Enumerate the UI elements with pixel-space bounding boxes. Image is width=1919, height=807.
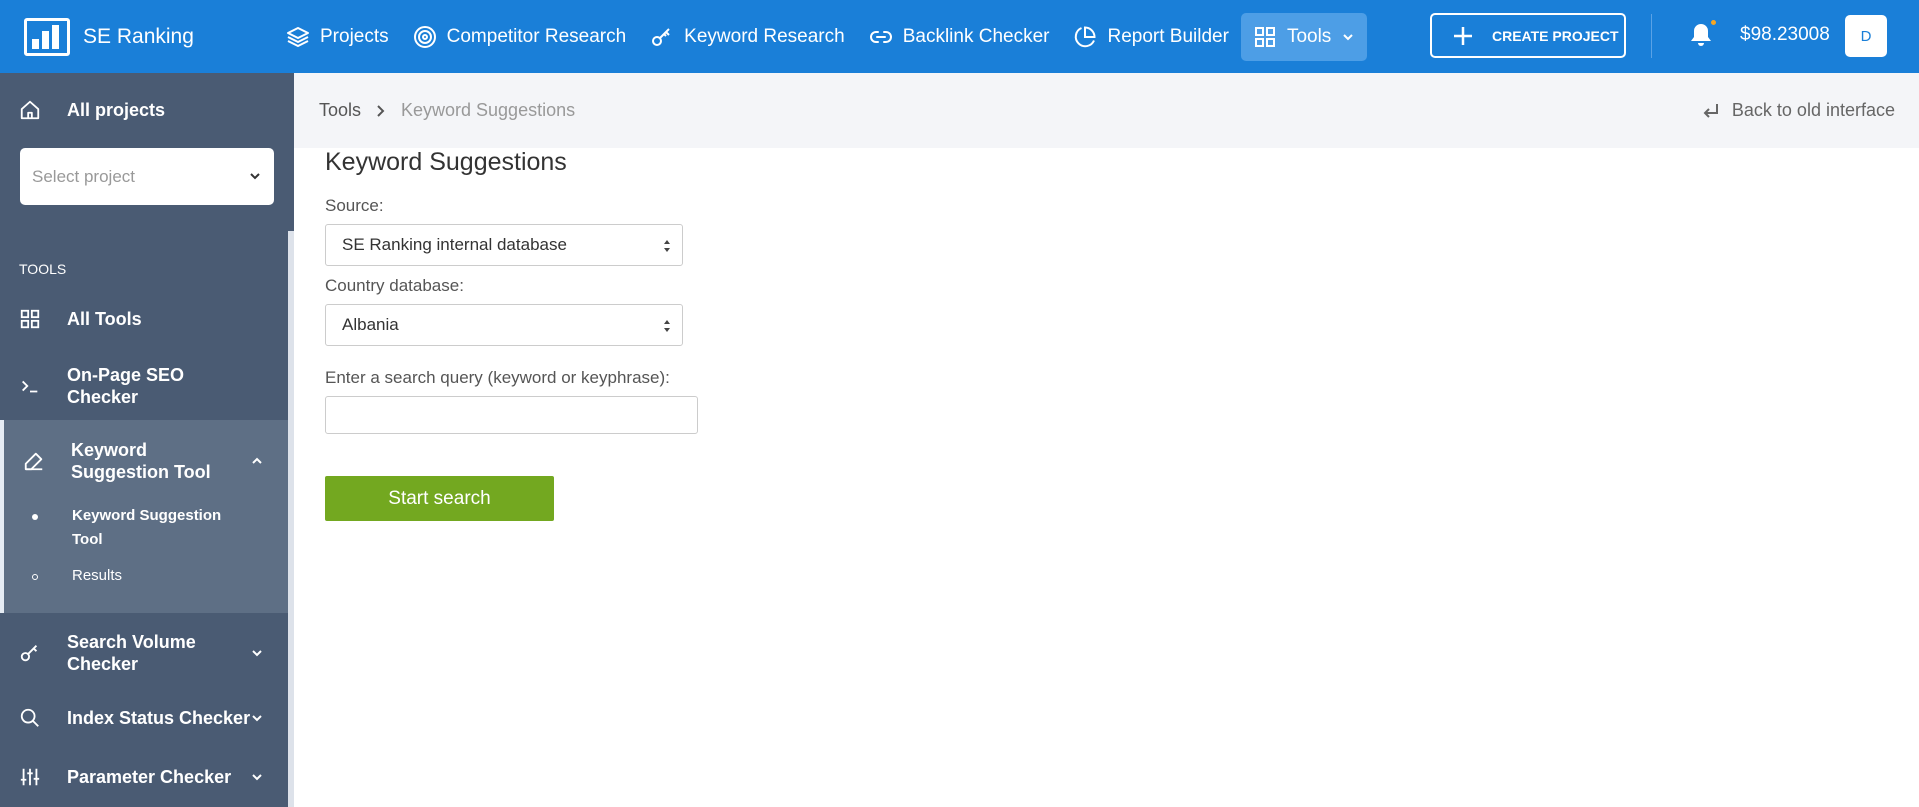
sidebar-item-all-projects[interactable]: All projects xyxy=(0,99,165,121)
main-nav: Projects Competitor Research Keyword Res… xyxy=(270,0,1368,73)
nav-tools-label: Tools xyxy=(1286,25,1332,47)
sliders-icon xyxy=(20,768,40,786)
grid-icon xyxy=(1254,26,1275,47)
subitem-results-label: Results xyxy=(72,567,123,584)
sort-arrows-icon xyxy=(664,320,670,332)
back-to-old-interface-label: Back to old interface xyxy=(1731,100,1895,120)
nav-competitor-research-label: Competitor Research xyxy=(446,25,627,47)
subitem-keyword-suggestion-tool-label: Keyword Suggestion Tool xyxy=(72,507,222,548)
search-query-label: Enter a search query (keyword or keyphra… xyxy=(325,368,670,387)
chevron-down-icon xyxy=(252,774,262,781)
grid-icon xyxy=(20,309,40,329)
active-dot-icon xyxy=(32,514,38,520)
create-project-button[interactable]: CREATE PROJECT xyxy=(1430,13,1626,58)
topbar-divider xyxy=(1651,14,1652,58)
terminal-icon xyxy=(22,380,38,393)
sidebar-item-on-page-seo-checker[interactable]: On-Page SEO Checker xyxy=(0,361,288,411)
tools-heading: TOOLS xyxy=(19,261,67,277)
nav-backlink-checker-label: Backlink Checker xyxy=(902,25,1050,47)
source-select[interactable]: SE Ranking internal database xyxy=(325,224,683,266)
chevron-down-icon xyxy=(1343,33,1354,40)
nav-report-builder[interactable]: Report Builder xyxy=(1061,13,1240,61)
breadcrumb-tools[interactable]: Tools xyxy=(319,100,361,121)
key-icon xyxy=(20,645,38,662)
pie-chart-icon xyxy=(1075,25,1096,47)
back-to-old-interface-link[interactable]: Back to old interface xyxy=(1702,100,1895,121)
top-navigation-bar: SE Ranking Projects Competitor Research … xyxy=(0,0,1919,73)
all-projects-label: All projects xyxy=(67,99,166,120)
search-query-input[interactable] xyxy=(325,396,698,434)
chevron-down-icon xyxy=(252,715,262,722)
logo-icon xyxy=(24,17,70,56)
search-volume-checker-label: Search Volume Checker xyxy=(67,632,196,674)
account-balance[interactable]: $98.23008 xyxy=(1740,24,1830,46)
brand-name: SE Ranking xyxy=(83,24,194,48)
avatar[interactable]: D xyxy=(1845,15,1887,57)
chevron-down-icon xyxy=(252,650,262,657)
sidebar-scrollbar[interactable] xyxy=(288,231,294,807)
on-page-seo-checker-label: On-Page SEO Checker xyxy=(67,365,185,407)
inactive-dot-icon xyxy=(32,574,38,580)
nav-keyword-research-label: Keyword Research xyxy=(684,25,845,47)
source-label: Source: xyxy=(325,196,384,215)
sidebar-item-parameter-checker[interactable]: Parameter Checker xyxy=(0,757,288,797)
nav-keyword-research[interactable]: Keyword Research xyxy=(638,13,857,61)
select-project-dropdown[interactable]: Select project xyxy=(20,148,274,205)
select-project-placeholder: Select project xyxy=(32,166,135,186)
source-select-value: SE Ranking internal database xyxy=(342,235,567,254)
target-icon xyxy=(413,25,436,48)
sidebar-item-all-tools[interactable]: All Tools xyxy=(0,299,288,339)
link-icon xyxy=(869,30,892,43)
keyword-suggestion-tool-label: Keyword Suggestion Tool xyxy=(71,440,211,482)
sort-arrows-icon xyxy=(664,240,670,252)
nav-report-builder-label: Report Builder xyxy=(1107,25,1229,47)
breadcrumb-current: Keyword Suggestions xyxy=(401,100,576,120)
return-arrow-icon xyxy=(1703,103,1718,118)
index-status-checker-label: Index Status Checker xyxy=(67,708,251,728)
all-tools-label: All Tools xyxy=(67,309,142,329)
country-database-select[interactable]: Albania xyxy=(325,304,683,346)
brand[interactable]: SE Ranking xyxy=(0,0,270,73)
sidebar-group-keyword-suggestion-tool: Keyword Suggestion Tool Keyword Suggesti… xyxy=(0,420,288,613)
sidebar-subitem-results[interactable]: Results xyxy=(4,564,122,588)
country-database-label: Country database: xyxy=(325,276,464,295)
sidebar: All projects Select project TOOLS All To… xyxy=(0,73,294,807)
country-database-value: Albania xyxy=(342,315,399,334)
notification-badge xyxy=(1709,18,1718,27)
home-icon xyxy=(20,100,40,120)
chevron-down-icon xyxy=(250,173,260,180)
nav-projects-label: Projects xyxy=(320,25,389,47)
nav-tools[interactable]: Tools xyxy=(1240,12,1368,61)
search-icon xyxy=(20,708,39,727)
edit-icon xyxy=(24,452,43,471)
breadcrumb: Tools Keyword Suggestions Back to old in… xyxy=(294,73,1919,148)
page-title: Keyword Suggestions xyxy=(325,148,567,176)
plus-icon xyxy=(1454,26,1472,45)
sidebar-subitem-keyword-suggestion-tool[interactable]: Keyword Suggestion Tool xyxy=(4,504,222,552)
create-project-label: CREATE PROJECT xyxy=(1492,27,1619,44)
chevron-up-icon xyxy=(252,457,262,464)
sidebar-item-index-status-checker[interactable]: Index Status Checker xyxy=(0,698,288,738)
chevron-right-icon xyxy=(377,105,385,117)
bell-icon[interactable] xyxy=(1689,22,1713,48)
parameter-checker-label: Parameter Checker xyxy=(67,767,232,787)
key-icon xyxy=(652,27,670,46)
sidebar-item-search-volume-checker[interactable]: Search Volume Checker xyxy=(0,628,288,678)
sidebar-item-keyword-suggestion-tool[interactable]: Keyword Suggestion Tool xyxy=(0,436,288,486)
start-search-button[interactable]: Start search xyxy=(325,476,554,521)
nav-competitor-research[interactable]: Competitor Research xyxy=(401,13,639,61)
layers-icon xyxy=(287,26,309,47)
nav-backlink-checker[interactable]: Backlink Checker xyxy=(857,13,1062,61)
nav-projects[interactable]: Projects xyxy=(274,13,401,61)
